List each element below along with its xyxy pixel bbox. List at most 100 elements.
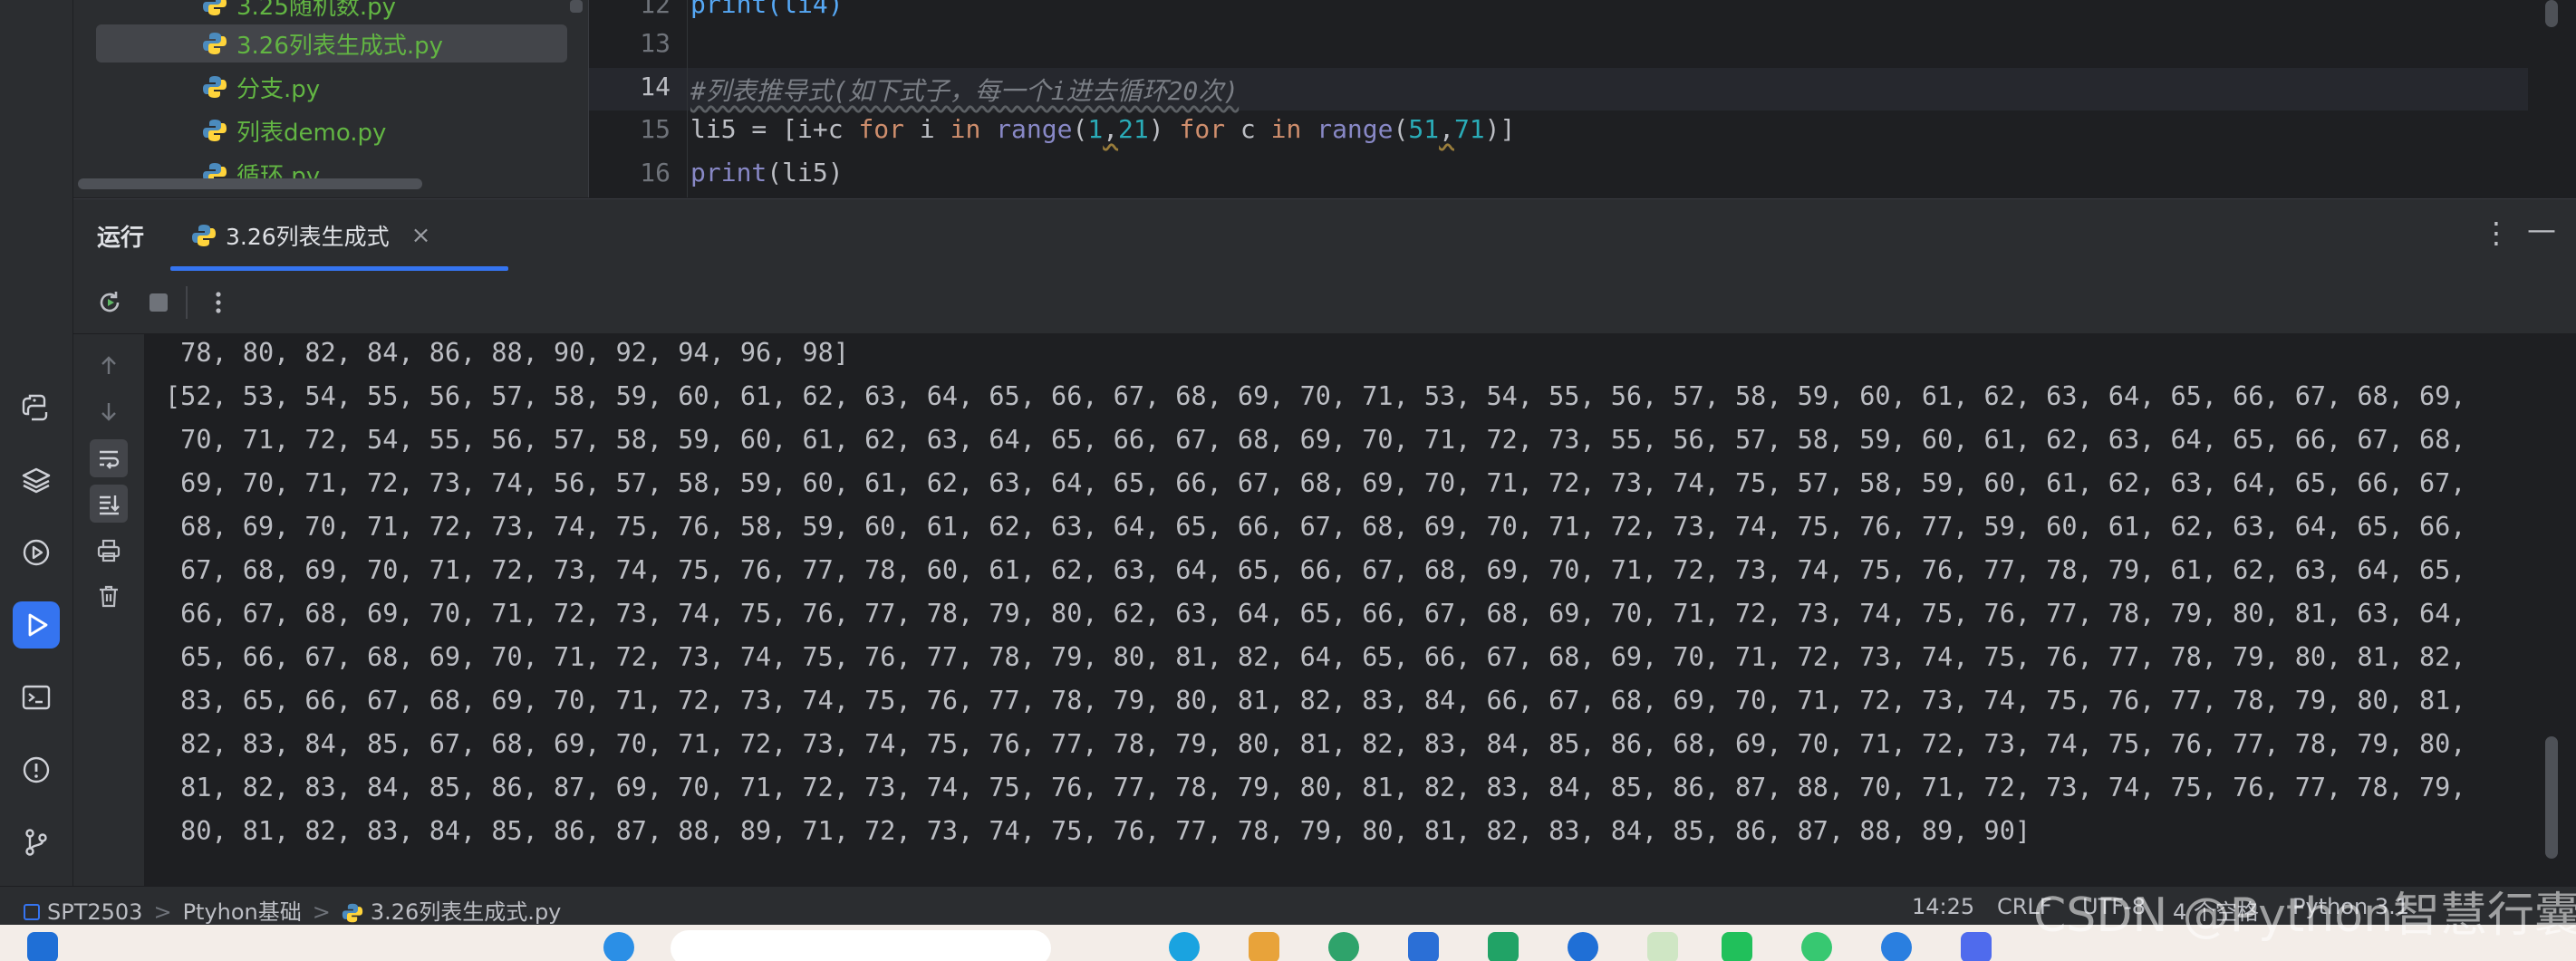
code-text: ( (1072, 114, 1088, 144)
console-side-toolbar (73, 334, 144, 886)
app-icon[interactable] (1881, 932, 1912, 961)
taskbar-search-box[interactable] (671, 930, 1051, 961)
code-keyword: in (950, 114, 981, 144)
code-text: li5 = [i+c (690, 114, 859, 144)
gutter-divider (687, 0, 688, 197)
windows-logo-icon[interactable] (603, 932, 634, 961)
code-builtin: range (1317, 114, 1394, 144)
arrow-down-icon[interactable] (90, 392, 128, 430)
console-scrollbar[interactable] (2545, 736, 2558, 859)
python-file-icon (203, 33, 227, 54)
breadcrumb-folder[interactable]: Ptyhon基础 (183, 899, 302, 925)
console-line: 67, 68, 69, 70, 71, 72, 73, 74, 75, 76, … (165, 555, 2466, 585)
code-text: (li5) (767, 158, 844, 187)
code-builtin: print (690, 158, 767, 187)
console-line: 65, 66, 67, 68, 69, 70, 71, 72, 73, 74, … (165, 642, 2466, 672)
toolbar-divider (186, 286, 188, 319)
breadcrumb-separator: > (153, 899, 172, 925)
code-keyword: for (858, 114, 905, 144)
project-tree: 3.25随机数.py 3.26列表生成式.py 分支.py 列表demo.py … (73, 0, 589, 197)
code-editor[interactable]: 12 13 14 15 16 print(li4) #列表推导式(如下式子，每一… (589, 0, 2576, 197)
console-line: 83, 65, 66, 67, 68, 69, 70, 71, 72, 73, … (165, 686, 2466, 716)
code-number: 21 (1118, 114, 1149, 144)
code-keyword: in (1270, 114, 1302, 144)
run-tool-window-header: 运行 3.26列表生成式 × ⋮ — (73, 198, 2576, 272)
tree-vertical-scrollbar[interactable] (570, 0, 583, 13)
run-window-title: 运行 (97, 225, 145, 252)
caret-position[interactable]: 14:25 (1912, 894, 1974, 919)
project-icon (24, 904, 40, 920)
code-text: i (904, 114, 950, 144)
app-icon[interactable] (1647, 932, 1678, 961)
breadcrumb-separator: > (312, 899, 331, 925)
problems-icon[interactable] (13, 746, 60, 793)
tree-item-label: 3.25随机数.py (236, 0, 397, 21)
trash-icon[interactable] (90, 577, 128, 615)
pycharm-icon[interactable] (1722, 932, 1752, 961)
minimize-icon[interactable]: — (2527, 212, 2556, 246)
python-file-icon (342, 903, 363, 923)
console-line: [52, 53, 54, 55, 56, 57, 58, 59, 60, 61,… (165, 381, 2466, 411)
services-icon[interactable] (13, 529, 60, 576)
store-icon[interactable] (1408, 932, 1439, 961)
code-keyword: for (1179, 114, 1226, 144)
code-text: , (1103, 114, 1119, 144)
browser-icon[interactable] (1328, 932, 1359, 961)
tree-item-file[interactable]: 分支.py (202, 68, 320, 106)
code-text: print(li4) (690, 0, 844, 19)
tree-item-file[interactable]: 3.25随机数.py (202, 0, 396, 24)
code-text: c (1225, 114, 1271, 144)
line-number: 15 (640, 114, 671, 144)
app-icon[interactable] (1169, 932, 1200, 961)
run-toolbar (73, 272, 2576, 334)
code-number: 1 (1087, 114, 1104, 144)
code-line-16: print(li5) (690, 158, 844, 187)
console-output[interactable]: 78, 80, 82, 84, 86, 88, 90, 92, 94, 96, … (145, 334, 2576, 886)
folder-icon[interactable] (1249, 932, 1279, 961)
app-icon[interactable] (1568, 932, 1598, 961)
run-config-tab[interactable]: 3.26列表生成式 × (191, 214, 430, 257)
wechat-icon[interactable] (1801, 932, 1832, 961)
console-line: 68, 69, 70, 71, 72, 73, 74, 75, 76, 58, … (165, 512, 2466, 542)
active-tab-indicator (170, 266, 508, 271)
line-number: 13 (640, 28, 671, 58)
run-icon[interactable] (13, 601, 60, 649)
code-text: )] (1484, 114, 1516, 144)
close-icon[interactable]: × (411, 222, 431, 249)
python-file-icon (192, 225, 216, 246)
terminal-icon[interactable] (13, 674, 60, 721)
tree-horizontal-scrollbar[interactable] (78, 178, 422, 189)
console-line: 80, 81, 82, 83, 84, 85, 86, 87, 88, 89, … (165, 816, 2031, 846)
layers-icon[interactable] (13, 456, 60, 504)
more-actions-icon[interactable] (200, 284, 236, 321)
code-number: 71 (1453, 114, 1485, 144)
python-console-icon[interactable] (13, 384, 60, 431)
left-tool-strip (0, 0, 73, 886)
scroll-to-end-icon[interactable] (90, 485, 128, 523)
stop-icon[interactable] (140, 284, 177, 321)
tree-item-file[interactable]: 列表demo.py (202, 111, 386, 149)
windows-start-icon[interactable] (27, 932, 58, 961)
soft-wrap-icon[interactable] (90, 439, 128, 477)
breadcrumb-project[interactable]: SPT2503 (47, 899, 142, 925)
app-icon[interactable] (1488, 932, 1519, 961)
code-builtin: range (996, 114, 1073, 144)
line-number: 16 (640, 158, 671, 187)
more-options-icon[interactable]: ⋮ (2482, 216, 2511, 250)
print-icon[interactable] (90, 532, 128, 570)
editor-scrollbar[interactable] (2545, 0, 2558, 27)
tree-item-file-selected[interactable]: 3.26列表生成式.py (96, 24, 567, 62)
code-text: , (1439, 114, 1454, 144)
git-icon[interactable] (13, 819, 60, 866)
app-icon[interactable] (1961, 932, 1992, 961)
tree-item-label: 分支.py (236, 75, 321, 103)
console-line: 81, 82, 83, 84, 85, 86, 87, 69, 70, 71, … (165, 773, 2466, 802)
python-file-icon (203, 120, 227, 141)
rerun-icon[interactable] (92, 284, 128, 321)
arrow-up-icon[interactable] (90, 347, 128, 385)
code-comment: #列表推导式(如下式子，每一个i进去循环20次) (690, 76, 1240, 106)
code-line-14: #列表推导式(如下式子，每一个i进去循环20次) (690, 72, 1239, 108)
breadcrumb-file[interactable]: 3.26列表生成式.py (371, 899, 562, 925)
